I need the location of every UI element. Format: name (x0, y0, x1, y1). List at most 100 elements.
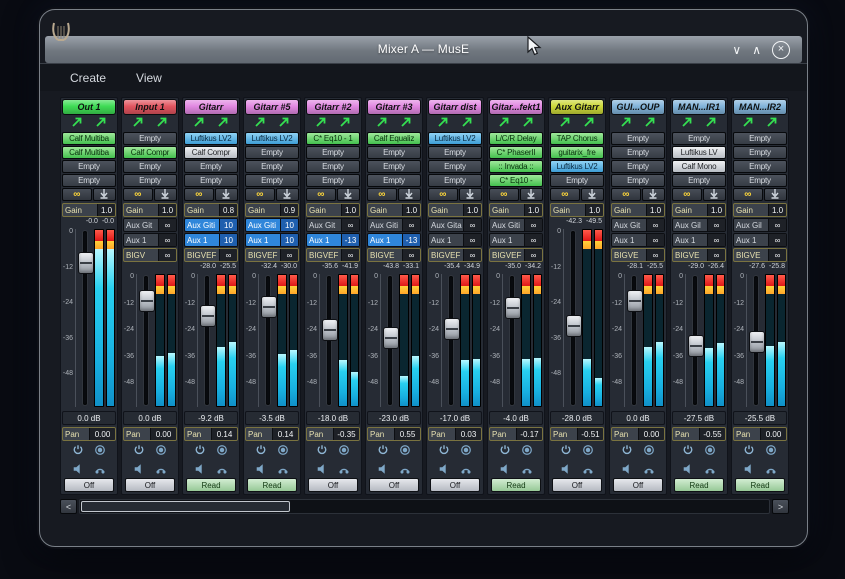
fader-db-field[interactable]: -4.0 dB (489, 411, 543, 425)
fader-handle[interactable] (261, 296, 277, 318)
track-name-button[interactable]: Input 1 (123, 99, 177, 115)
effect-slot[interactable]: C* PhaserII (489, 146, 543, 159)
volume-fader[interactable] (444, 274, 458, 407)
aux-send-row[interactable]: Aux Giti∞ (367, 218, 421, 232)
effect-slot[interactable]: Empty (428, 160, 482, 173)
volume-fader[interactable] (627, 274, 641, 407)
pan-value[interactable]: 0.00 (150, 428, 176, 440)
output-routing-button[interactable] (95, 115, 107, 133)
send-value[interactable]: ∞ (463, 219, 481, 231)
pan-value[interactable]: -0.51 (577, 428, 603, 440)
volume-fader[interactable] (78, 229, 92, 407)
effect-slot[interactable]: Empty (733, 160, 787, 173)
pan-value[interactable]: -0.17 (516, 428, 542, 440)
aux-send-row[interactable]: Aux 1∞ (428, 233, 482, 247)
menu-view[interactable]: View (136, 71, 162, 85)
effect-slot[interactable]: Luftikus LV2 (550, 160, 604, 173)
automation-mode-button[interactable]: Off (369, 478, 419, 492)
aux-send-row[interactable]: Aux Git∞ (611, 218, 665, 232)
effect-slot[interactable]: Empty (611, 160, 665, 173)
gain-value[interactable]: 0.8 (219, 204, 237, 216)
scrollbar-thumb[interactable] (81, 501, 290, 512)
effect-slot[interactable]: Empty (62, 160, 116, 173)
output-routing-button[interactable] (644, 115, 656, 133)
track-name-button[interactable]: Gitar...fekt1 (489, 99, 543, 115)
power-button[interactable] (499, 443, 511, 461)
output-bus-row[interactable]: BIGVEF∞ (245, 248, 299, 262)
power-button[interactable] (621, 443, 633, 461)
track-name-button[interactable]: Gitarr #3 (367, 99, 421, 115)
effect-slot[interactable]: Calf Multiba (62, 132, 116, 145)
shade-button chevron-down-icon[interactable]: ∨ (732, 44, 741, 56)
pan-value[interactable]: -0.55 (699, 428, 725, 440)
volume-fader[interactable] (261, 274, 275, 407)
send-value[interactable]: ∞ (341, 219, 359, 231)
record-arm-button[interactable] (216, 443, 228, 461)
track-name-button[interactable]: MAN...IR2 (733, 99, 787, 115)
effect-slot[interactable]: Luftikus LV2 (428, 132, 482, 145)
pre-fader-button[interactable] (581, 188, 604, 201)
aux-send-row[interactable]: Aux Gita∞ (428, 218, 482, 232)
input-routing-button[interactable] (620, 115, 632, 133)
send-value[interactable]: 10 (280, 219, 298, 231)
effect-slot[interactable]: Empty (306, 146, 360, 159)
scroll-right-button[interactable]: > (772, 499, 789, 514)
input-routing-button[interactable] (437, 115, 449, 133)
stereo-link-button[interactable]: ∞ (489, 188, 519, 201)
power-button[interactable] (682, 443, 694, 461)
stereo-link-button[interactable]: ∞ (306, 188, 336, 201)
close-button close-icon[interactable]: × (772, 41, 790, 59)
pre-fader-button[interactable] (520, 188, 543, 201)
power-button[interactable] (194, 443, 206, 461)
effect-slot[interactable]: Empty (733, 146, 787, 159)
gain-value[interactable]: 1.0 (524, 204, 542, 216)
fader-handle[interactable] (688, 335, 704, 357)
power-button[interactable] (438, 443, 450, 461)
scroll-left-button[interactable]: < (60, 499, 77, 514)
record-arm-button[interactable] (338, 443, 350, 461)
pan-value[interactable]: 0.00 (638, 428, 664, 440)
send-value[interactable]: ∞ (158, 234, 176, 246)
effect-slot[interactable]: Empty (245, 160, 299, 173)
stereo-link-button[interactable]: ∞ (672, 188, 702, 201)
aux-send-row[interactable]: Aux 1-13 (306, 233, 360, 247)
pan-value[interactable]: 0.55 (394, 428, 420, 440)
aux-send-row[interactable]: Aux Gil∞ (733, 218, 787, 232)
pre-fader-button[interactable] (703, 188, 726, 201)
gain-value[interactable]: 1.0 (402, 204, 420, 216)
aux-send-row[interactable]: Aux Gil∞ (672, 218, 726, 232)
fader-db-field[interactable]: -25.5 dB (733, 411, 787, 425)
fader-handle[interactable] (200, 305, 216, 327)
automation-mode-button[interactable]: Off (430, 478, 480, 492)
fader-db-field[interactable]: 0.0 dB (611, 411, 665, 425)
pre-fader-button[interactable] (93, 188, 116, 201)
output-bus-row[interactable]: BIGVE∞ (672, 248, 726, 262)
scrollbar-track[interactable] (79, 499, 770, 514)
stereo-link-button[interactable]: ∞ (367, 188, 397, 201)
record-arm-button[interactable] (399, 443, 411, 461)
effect-slot[interactable]: Empty (306, 160, 360, 173)
gain-value[interactable]: 1.0 (646, 204, 664, 216)
fader-handle[interactable] (444, 318, 460, 340)
stereo-link-button[interactable]: ∞ (245, 188, 275, 201)
aux-send-row[interactable]: Aux Giti10 (245, 218, 299, 232)
effect-slot[interactable]: Luftikus LV (672, 146, 726, 159)
fader-db-field[interactable]: -3.5 dB (245, 411, 299, 425)
record-arm-button[interactable] (277, 443, 289, 461)
stereo-link-button[interactable]: ∞ (428, 188, 458, 201)
track-name-button[interactable]: Gitarr (184, 99, 238, 115)
output-bus-row[interactable]: BIGVEF∞ (184, 248, 238, 262)
send-value[interactable]: ∞ (524, 249, 542, 261)
gain-value[interactable]: 0.9 (280, 204, 298, 216)
input-routing-button[interactable] (681, 115, 693, 133)
effect-slot[interactable]: Empty (367, 146, 421, 159)
output-bus-row[interactable]: BIGV∞ (123, 248, 177, 262)
fader-db-field[interactable]: 0.0 dB (62, 411, 116, 425)
pan-value[interactable]: 0.00 (89, 428, 115, 440)
send-value[interactable]: ∞ (707, 234, 725, 246)
power-button[interactable] (72, 443, 84, 461)
aux-send-row[interactable]: Aux 110 (245, 233, 299, 247)
stereo-link-button[interactable]: ∞ (62, 188, 92, 201)
fader-db-field[interactable]: -18.0 dB (306, 411, 360, 425)
pan-value[interactable]: 0.00 (760, 428, 786, 440)
